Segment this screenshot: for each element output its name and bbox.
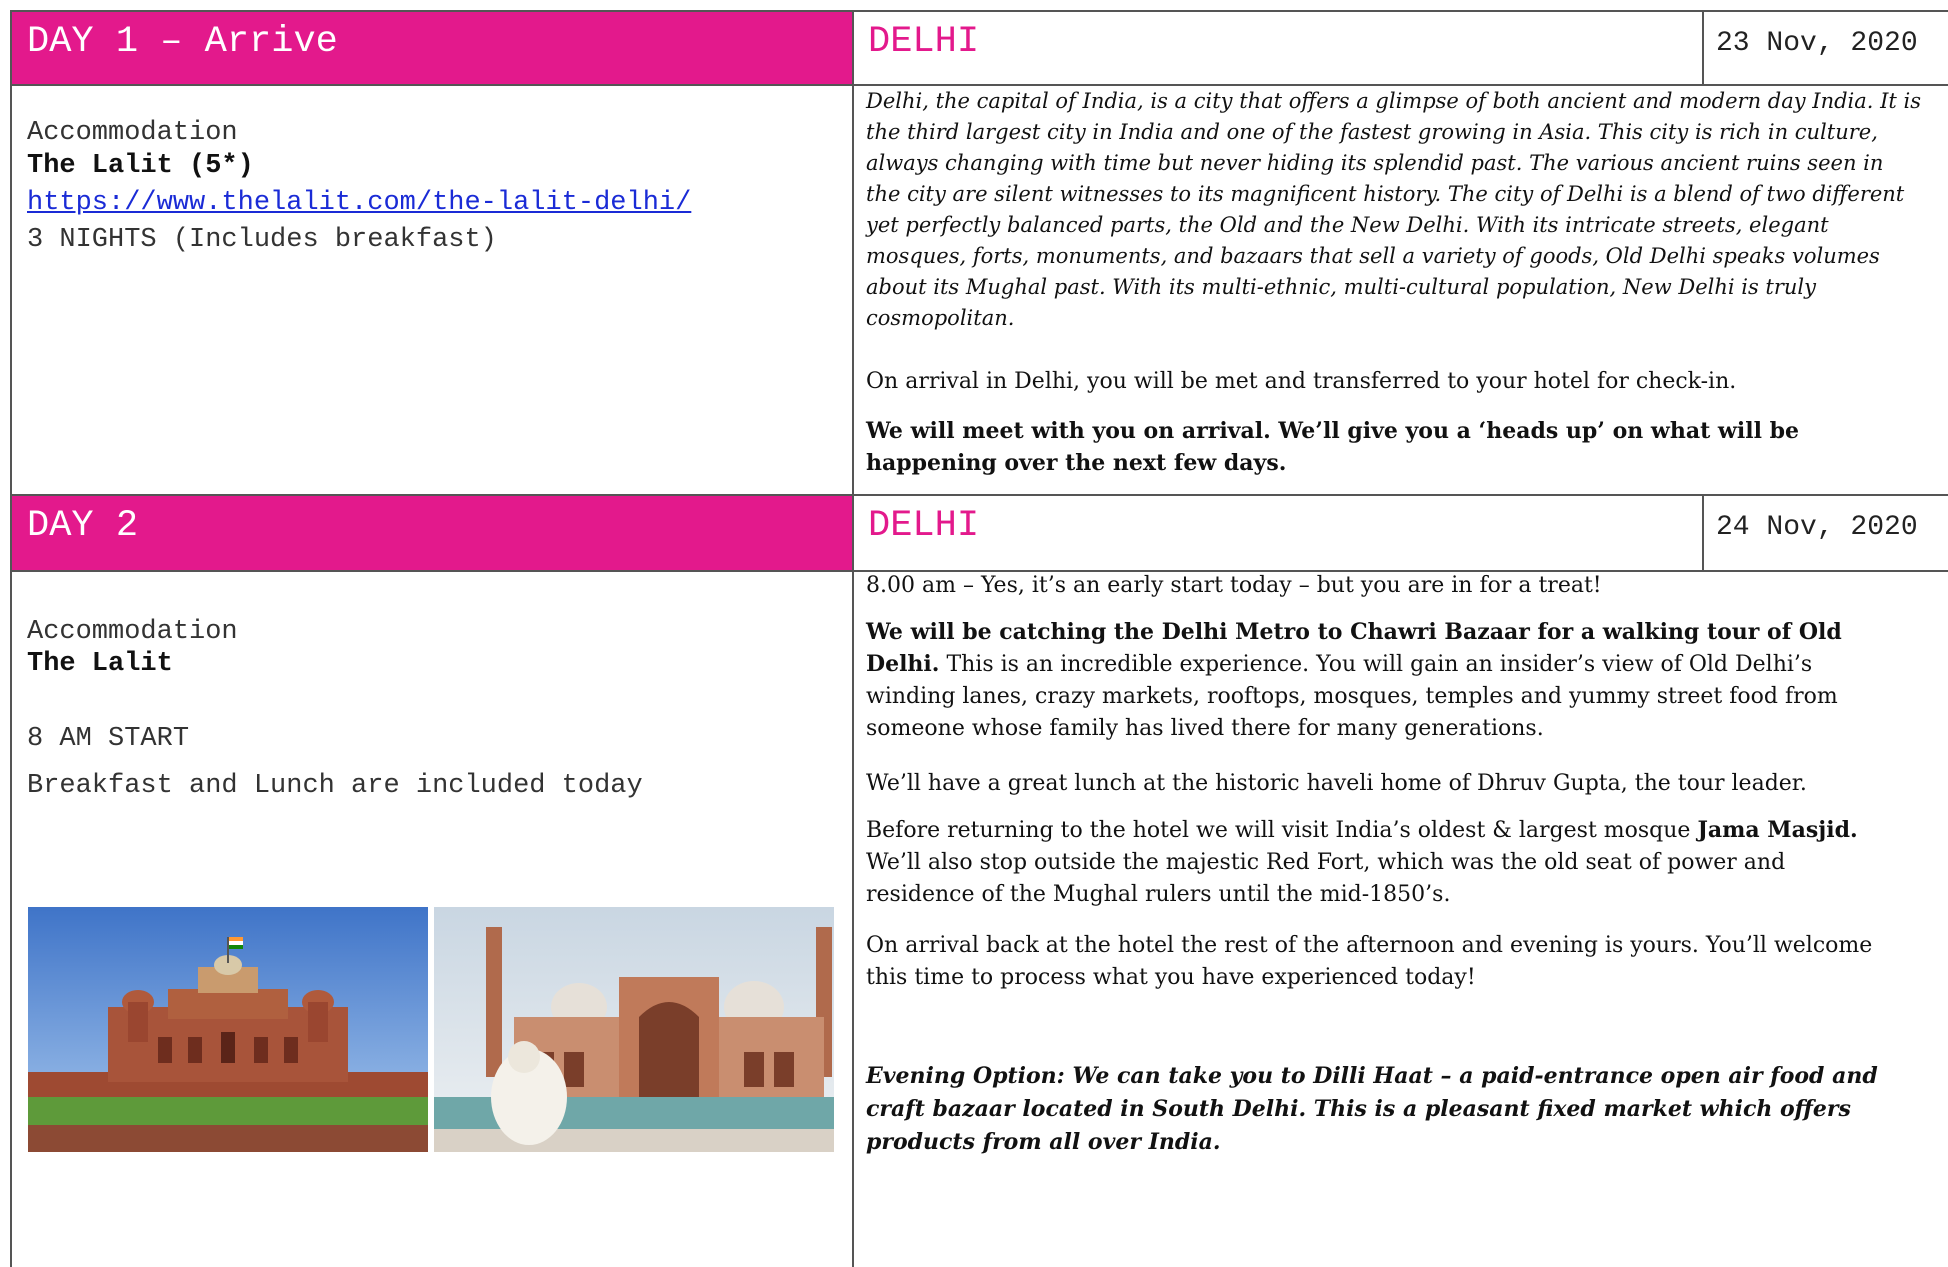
day2-evening-line-2: craft bazaar located in South Delhi. Thi…	[866, 1096, 1851, 1122]
day2-para-4-jama-masjid: Jama Masjid.	[1697, 817, 1858, 843]
day1-accommodation-label: Accommodation	[27, 118, 238, 148]
left-border	[10, 10, 12, 1267]
day2-para-3: We’ll have a great lunch at the historic…	[866, 771, 1807, 796]
day1-intro-line: the third largest city in India and one …	[866, 120, 1878, 144]
day2-evening-option: Evening Option: We can take you to Dilli…	[866, 1060, 1940, 1159]
day1-intro-line: always changing with time but never hidi…	[866, 151, 1884, 175]
day2-hotel-name: The Lalit	[27, 649, 173, 679]
day2-meals: Breakfast and Lunch are included today	[27, 771, 643, 801]
day1-intro-line: about its Mughal past. With its multi-et…	[866, 275, 1817, 299]
day2-city: DELHI	[868, 505, 980, 547]
jama-masjid-photo	[434, 907, 834, 1152]
day1-arrival-text: On arrival in Delhi, you will be met and…	[866, 369, 1737, 394]
jama-masjid-illustration	[434, 907, 834, 1152]
day2-para-2-delhi: Delhi.	[866, 651, 940, 677]
day1-intro-line: yet perfectly balanced parts, the Old an…	[866, 213, 1829, 237]
date-divider-2	[1702, 494, 1704, 570]
day2-para-5-line-1: On arrival back at the hotel the rest of…	[866, 933, 1873, 958]
day2-evening-line-3: products from all over India.	[866, 1129, 1221, 1155]
day1-city: DELHI	[868, 21, 980, 63]
day2-para-4-line-2: We’ll also stop outside the majestic Red…	[866, 850, 1786, 875]
day2-para-2: We will be catching the Delhi Metro to C…	[866, 616, 1940, 745]
red-fort-illustration	[28, 907, 428, 1152]
day2-para-4-line-3: residence of the Mughal rulers until the…	[866, 882, 1451, 907]
day1-intro-line: mosques, forts, monuments, and bazaars t…	[866, 244, 1880, 268]
day2-accommodation-label: Accommodation	[27, 617, 238, 647]
day2-para-2-line-2-rest: This is an incredible experience. You wi…	[939, 652, 1813, 677]
day1-intro-line: Delhi, the capital of India, is a city t…	[866, 89, 1922, 113]
day2-para-2-line-2: Delhi. This is an incredible experience.…	[866, 648, 1940, 681]
day2-start-time: 8 AM START	[27, 724, 190, 754]
day2-date: 24 Nov, 2020	[1716, 512, 1918, 543]
day2-para-2-line-1: We will be catching the Delhi Metro to C…	[866, 619, 1842, 645]
day2-para-5-line-2: this time to process what you have exper…	[866, 965, 1476, 990]
date-divider-1	[1702, 10, 1704, 84]
day1-intro: Delhi, the capital of India, is a city t…	[866, 86, 1940, 334]
day1-title: DAY 1 – Arrive	[27, 21, 338, 63]
day2-para-4-line-1-text: Before returning to the hotel we will vi…	[866, 818, 1698, 843]
day1-hotel-link[interactable]: https://www.thelalit.com/the-lalit-delhi…	[27, 186, 691, 220]
day1-nights: 3 NIGHTS (Includes breakfast)	[27, 225, 497, 255]
red-fort-photo	[28, 907, 428, 1152]
day2-para-2-line-4: someone whose family has lived there for…	[866, 716, 1544, 741]
day2-title: DAY 2	[27, 505, 139, 547]
day1-intro-line: cosmopolitan.	[866, 306, 1015, 330]
day2-para-4-line-1: Before returning to the hotel we will vi…	[866, 814, 1940, 847]
center-divider	[852, 10, 854, 1267]
day1-hotel-name: The Lalit (5*)	[27, 151, 254, 181]
day2-para-2-line-3: winding lanes, crazy markets, rooftops, …	[866, 684, 1838, 709]
day1-meet-line-1: We will meet with you on arrival. We’ll …	[866, 418, 1799, 444]
day2-para-4: Before returning to the hotel we will vi…	[866, 814, 1940, 911]
day1-meet-line-2: happening over the next few days.	[866, 450, 1287, 476]
day1-intro-line: the city are silent witnesses to its mag…	[866, 182, 1905, 206]
day2-para-1: 8.00 am – Yes, it’s an early start today…	[866, 573, 1602, 598]
day2-evening-line-1: Evening Option: We can take you to Dilli…	[866, 1063, 1878, 1089]
day1-date: 23 Nov, 2020	[1716, 28, 1918, 59]
day2-para-5: On arrival back at the hotel the rest of…	[866, 930, 1940, 994]
